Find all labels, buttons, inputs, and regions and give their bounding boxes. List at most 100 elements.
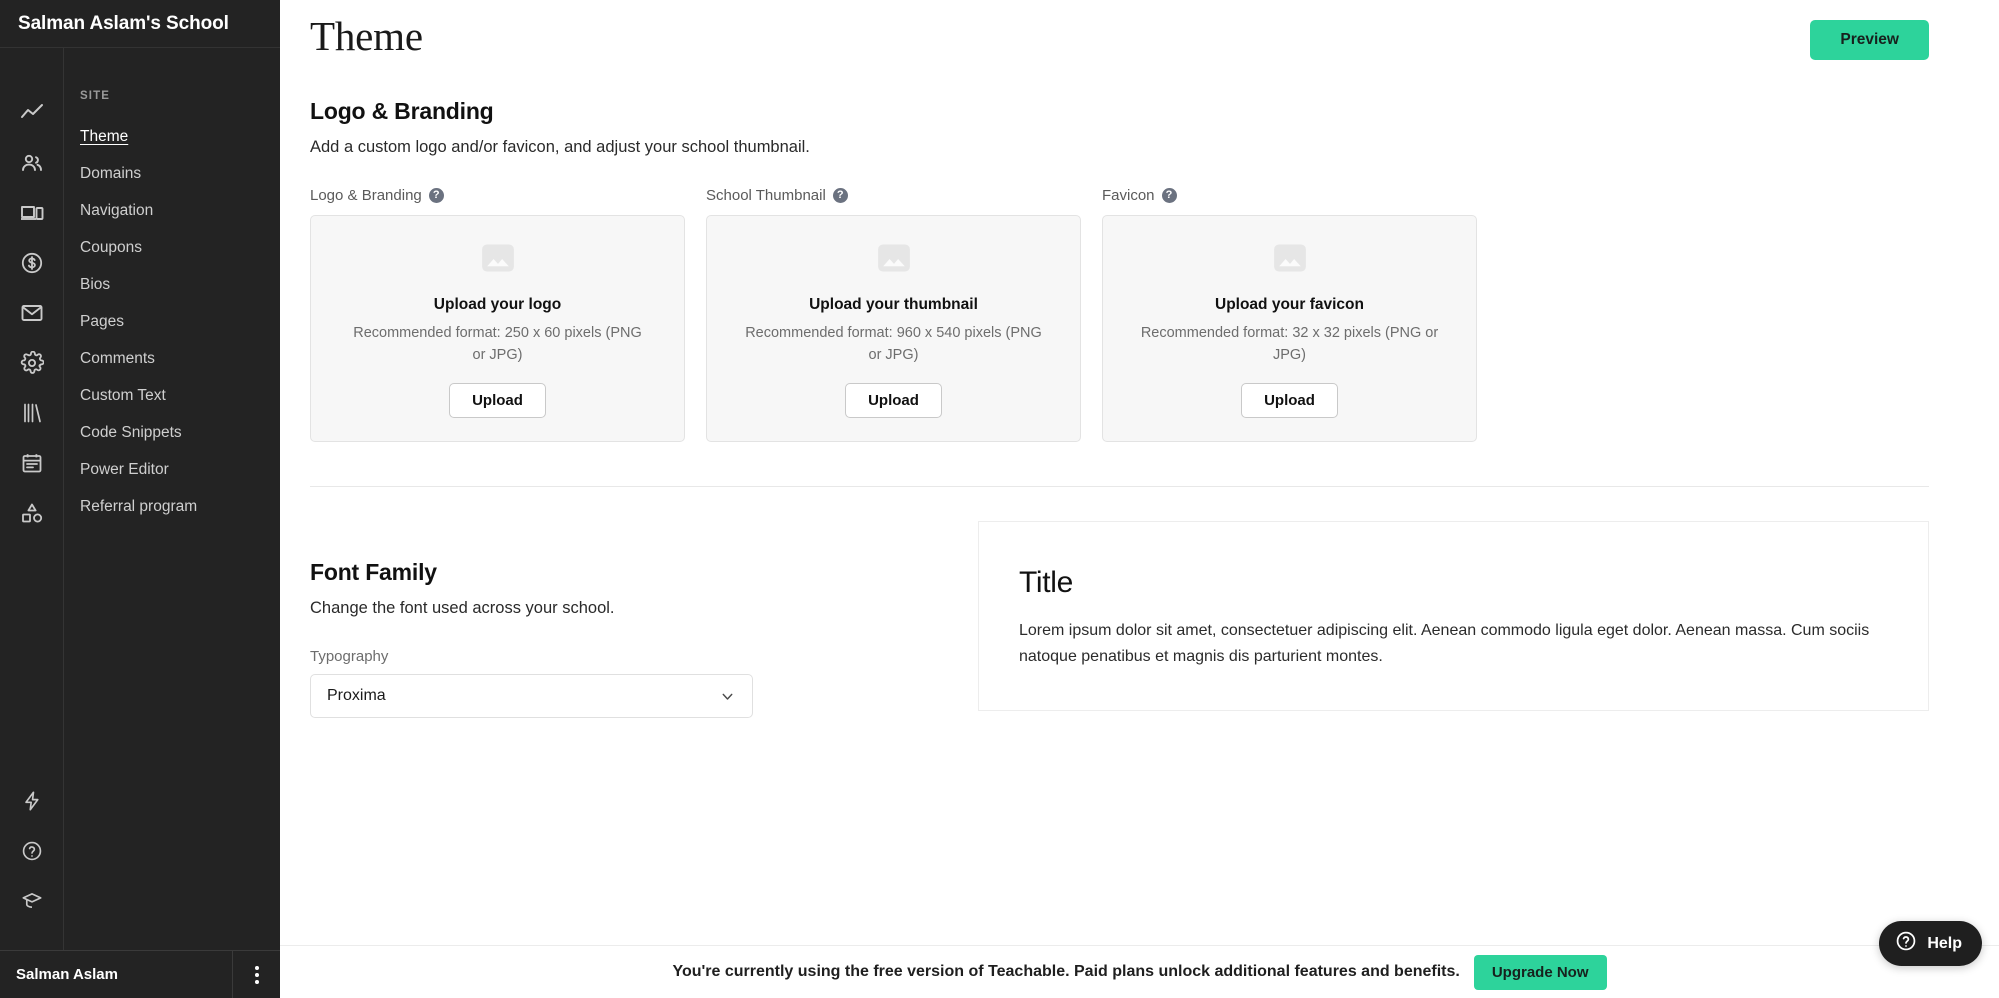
upload-label: Logo & Branding	[310, 187, 422, 204]
upgrade-now-button[interactable]: Upgrade Now	[1473, 954, 1607, 990]
preview-button[interactable]: Preview	[1810, 20, 1929, 60]
upload-label-row: School Thumbnail ?	[706, 187, 1081, 204]
sidebar-item-bios[interactable]: Bios	[64, 266, 280, 303]
help-circle-icon[interactable]	[15, 834, 49, 868]
font-family-subtitle: Change the font used across your school.	[310, 599, 615, 617]
thumbnail-upload-card[interactable]: Upload your thumbnail Recommended format…	[706, 215, 1081, 442]
gear-icon[interactable]	[15, 346, 49, 380]
section-divider	[310, 486, 1929, 487]
typography-selected-value: Proxima	[327, 687, 386, 704]
sidebar-item-code-snippets[interactable]: Code Snippets	[64, 414, 280, 451]
upload-col-favicon: Favicon ? Upload your favicon Recommende…	[1102, 187, 1477, 442]
upload-card-description: Recommended format: 32 x 32 pixels (PNG …	[1140, 325, 1439, 363]
image-placeholder-icon	[875, 239, 913, 282]
app-root: Salman Aslam's School SITE Theme Domains…	[0, 0, 1999, 998]
sidebar-item-comments[interactable]: Comments	[64, 340, 280, 377]
nav-section-label: SITE	[80, 90, 110, 102]
upload-card-description: Recommended format: 960 x 540 pixels (PN…	[745, 325, 1042, 363]
image-placeholder-icon	[479, 239, 517, 282]
nav-list: Theme Domains Navigation Coupons Bios Pa…	[64, 118, 280, 525]
upload-label-row: Logo & Branding ?	[310, 187, 685, 204]
font-family-heading: Font Family	[310, 559, 437, 585]
page-header: Theme Preview	[280, 0, 1999, 60]
rail-bottom-group	[15, 784, 49, 950]
typography-select[interactable]: Proxima	[310, 674, 753, 718]
content-area: Logo & Branding Add a custom logo and/or…	[280, 98, 1999, 718]
typography-label: Typography	[310, 648, 389, 665]
sidebar-item-referral-program[interactable]: Referral program	[64, 488, 280, 525]
font-family-section: Font Family Change the font used across …	[310, 521, 1929, 718]
logo-branding-subtitle: Add a custom logo and/or favicon, and ad…	[310, 138, 810, 156]
school-title: Salman Aslam's School	[0, 0, 280, 48]
users-icon[interactable]	[15, 146, 49, 180]
email-icon[interactable]	[15, 296, 49, 330]
sidebar-item-pages[interactable]: Pages	[64, 303, 280, 340]
shapes-icon[interactable]	[15, 496, 49, 530]
sidebar-item-power-editor[interactable]: Power Editor	[64, 451, 280, 488]
upload-card-heading: Upload your logo	[433, 296, 562, 314]
sidebar-item-theme[interactable]: Theme	[64, 118, 280, 155]
sidebar-body: SITE Theme Domains Navigation Coupons Bi…	[0, 48, 280, 950]
sales-dollar-icon[interactable]	[15, 246, 49, 280]
sidebar-item-label: Domains	[80, 164, 142, 182]
logo-branding-heading: Logo & Branding	[310, 98, 494, 124]
upload-col-logo: Logo & Branding ? Upload your logo Recom…	[310, 187, 685, 442]
upload-label: Favicon	[1102, 187, 1155, 204]
icon-rail	[0, 48, 64, 950]
lightning-icon[interactable]	[15, 784, 49, 818]
graduation-cap-icon[interactable]	[15, 884, 49, 918]
upload-card-heading: Upload your thumbnail	[809, 296, 978, 314]
upgrade-banner: You're currently using the free version …	[280, 945, 1999, 998]
upload-button[interactable]: Upload	[1241, 382, 1338, 418]
site-nav: SITE Theme Domains Navigation Coupons Bi…	[64, 48, 280, 950]
upload-button[interactable]: Upload	[845, 382, 942, 418]
calendar-icon[interactable]	[15, 446, 49, 480]
help-widget-button[interactable]: Help	[1879, 921, 1982, 966]
user-name: Salman Aslam	[16, 966, 118, 983]
upgrade-banner-text: You're currently using the free version …	[672, 963, 1460, 980]
help-tooltip-icon[interactable]: ?	[1161, 188, 1177, 203]
sidebar-item-custom-text[interactable]: Custom Text	[64, 377, 280, 414]
sidebar-item-label: Bios	[80, 275, 111, 293]
sidebar-item-navigation[interactable]: Navigation	[64, 192, 280, 229]
help-circle-icon	[1895, 930, 1917, 957]
main-content: Theme Preview Logo & Branding Add a cust…	[280, 0, 1999, 998]
library-books-icon[interactable]	[15, 396, 49, 430]
upload-label-row: Favicon ?	[1102, 187, 1477, 204]
image-placeholder-icon	[1271, 239, 1309, 282]
font-preview-body: Lorem ipsum dolor sit amet, consectetuer…	[1019, 622, 1870, 665]
analytics-icon[interactable]	[15, 96, 49, 130]
sidebar-item-label: Code Snippets	[80, 423, 182, 441]
sidebar-item-label: Theme	[80, 127, 129, 145]
kebab-menu-icon	[254, 965, 259, 984]
font-preview-panel: Title Lorem ipsum dolor sit amet, consec…	[978, 521, 1929, 711]
sidebar-item-coupons[interactable]: Coupons	[64, 229, 280, 266]
upload-grid: Logo & Branding ? Upload your logo Recom…	[310, 187, 1929, 442]
sidebar-item-label: Comments	[80, 349, 155, 367]
logo-upload-card[interactable]: Upload your logo Recommended format: 250…	[310, 215, 685, 442]
font-family-controls: Font Family Change the font used across …	[310, 521, 910, 718]
help-tooltip-icon[interactable]: ?	[428, 188, 444, 203]
upload-card-description: Recommended format: 250 x 60 pixels (PNG…	[353, 325, 642, 363]
upload-card-heading: Upload your favicon	[1215, 296, 1364, 314]
page-title: Theme	[310, 13, 423, 59]
sidebar-item-label: Power Editor	[80, 460, 169, 478]
sidebar-item-label: Custom Text	[80, 386, 166, 404]
sidebar: Salman Aslam's School SITE Theme Domains…	[0, 0, 280, 998]
sidebar-item-label: Pages	[80, 312, 124, 330]
upload-button[interactable]: Upload	[449, 382, 546, 418]
font-preview-title: Title	[1019, 566, 1074, 599]
devices-icon[interactable]	[15, 196, 49, 230]
user-bar: Salman Aslam	[0, 950, 280, 998]
sidebar-item-domains[interactable]: Domains	[64, 155, 280, 192]
sidebar-item-label: Referral program	[80, 497, 198, 515]
help-tooltip-icon[interactable]: ?	[832, 188, 848, 203]
sidebar-item-label: Coupons	[80, 238, 143, 256]
favicon-upload-card[interactable]: Upload your favicon Recommended format: …	[1102, 215, 1477, 442]
help-widget-label: Help	[1927, 934, 1962, 952]
upload-label: School Thumbnail	[706, 187, 826, 204]
sidebar-item-label: Navigation	[80, 201, 154, 219]
chevron-down-icon	[719, 688, 736, 705]
upload-col-thumbnail: School Thumbnail ? Upload your thumbnail…	[706, 187, 1081, 442]
user-menu-button[interactable]	[232, 950, 280, 998]
